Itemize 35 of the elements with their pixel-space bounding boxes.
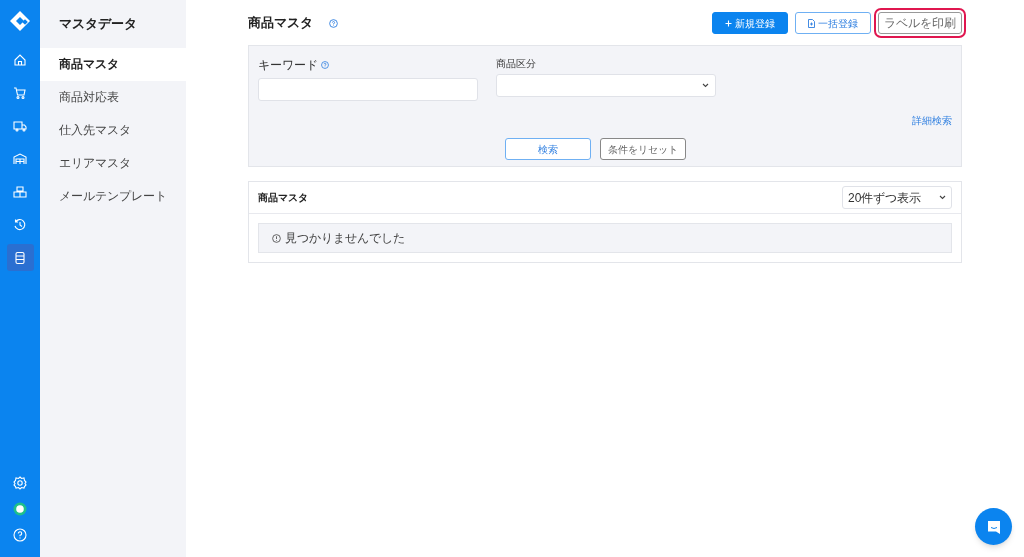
chat-icon — [985, 518, 1002, 535]
results-title: 商品マスタ — [258, 191, 308, 205]
sidebar-title: マスタデータ — [58, 15, 138, 33]
sidebar-item[interactable]: メールテンプレート — [40, 179, 186, 213]
reset-button[interactable]: 条件をリセット — [599, 138, 686, 160]
database-icon — [12, 249, 28, 266]
bulk-button[interactable]: 一括登録 — [795, 12, 871, 34]
sidebar-item[interactable]: 商品マスタ — [40, 47, 186, 81]
chevron-icon — [702, 83, 709, 88]
settings-icon[interactable] — [12, 475, 28, 491]
status-icon[interactable] — [12, 501, 28, 517]
page-size-dropdown[interactable]: 20件ずつ表示 — [842, 186, 952, 209]
rail-button[interactable] — [6, 244, 34, 271]
field-label: キーワード — [258, 57, 318, 74]
chevron-icon — [939, 195, 946, 200]
sidebar-item[interactable]: エリアマスタ — [40, 146, 186, 180]
help-icon[interactable] — [321, 61, 329, 69]
history-icon — [12, 216, 28, 233]
sidebar-item[interactable]: 仕入先マスタ — [40, 113, 186, 147]
logo-icon — [9, 10, 31, 32]
empty-message: 見つかりませんでした — [285, 230, 405, 247]
field-label: 商品区分 — [496, 57, 537, 71]
document-icon — [808, 18, 815, 28]
chat-button[interactable] — [975, 508, 1012, 545]
boxes-icon — [12, 183, 28, 200]
info-icon — [272, 233, 281, 243]
keyword-field[interactable] — [258, 77, 478, 101]
new-button[interactable]: 新規登録 — [712, 12, 788, 34]
cart-icon — [12, 84, 28, 101]
plus-icon — [725, 19, 732, 27]
search-button[interactable]: 検索 — [504, 138, 591, 160]
advanced-search-link[interactable]: 詳細検索 — [912, 113, 952, 128]
help-icon[interactable] — [329, 18, 338, 28]
sidebar-item[interactable]: 商品対応表 — [40, 80, 186, 114]
page-title: 商品マスタ — [248, 14, 313, 33]
